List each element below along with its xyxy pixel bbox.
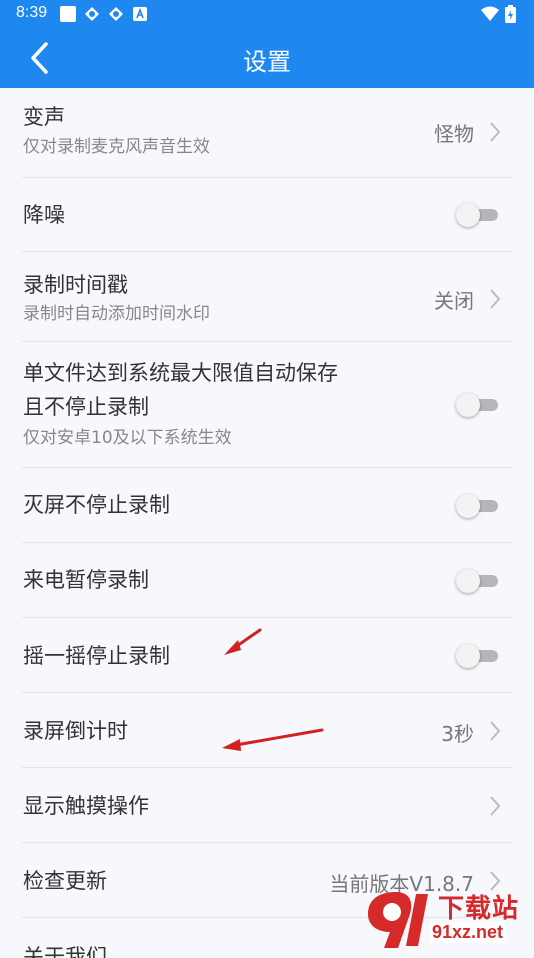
page-title: 设置 (243, 48, 291, 76)
system-status-icons (481, 5, 516, 23)
setting-title: 检查更新 (23, 869, 107, 893)
setting-subtitle: 仅对录制麦克风声音生效 (23, 137, 210, 157)
notification-app-icon (85, 7, 99, 21)
setting-title: 录屏倒计时 (23, 719, 128, 743)
setting-row-auto-save: 单文件达到系统最大限值自动保存 且不停止录制 仅对安卓10及以下系统生效 (22, 342, 512, 468)
battery-icon (505, 5, 516, 23)
settings-list: 变声 仅对录制麦克风声音生效 怪物 降噪 录制时间戳 录制时自动添加时间水印 关… (0, 88, 534, 958)
setting-row-voice-change[interactable]: 变声 仅对录制麦克风声音生效 怪物 (22, 88, 512, 178)
setting-title: 摇一摇停止录制 (23, 644, 170, 668)
noise-reduction-toggle[interactable] (456, 203, 500, 227)
status-time: 8:39 (16, 4, 48, 21)
setting-title: 关于我们 (23, 945, 107, 958)
setting-row-countdown[interactable]: 录屏倒计时 3秒 (22, 693, 512, 768)
setting-title: 显示触摸操作 (23, 794, 149, 818)
wifi-icon (481, 6, 499, 21)
screen-off-toggle[interactable] (456, 494, 500, 518)
watermark-logo-icon (368, 892, 428, 948)
setting-title: 灭屏不停止录制 (23, 493, 170, 517)
notification-square-icon (60, 6, 76, 22)
watermark-domain: 91xz.net (430, 922, 506, 943)
watermark-brand: 下载站 (438, 893, 520, 923)
setting-title-line2: 且不停止录制 (23, 395, 149, 419)
setting-title: 来电暂停录制 (23, 568, 149, 592)
site-watermark: 下载站 91xz.net (362, 888, 534, 950)
setting-row-show-touches[interactable]: 显示触摸操作 (22, 768, 512, 843)
chevron-right-icon (490, 289, 501, 309)
setting-row-noise-reduction: 降噪 (22, 178, 512, 252)
setting-subtitle: 仅对安卓10及以下系统生效 (23, 428, 232, 448)
notification-app-icon-2 (109, 7, 123, 21)
chevron-right-icon (490, 122, 501, 142)
call-pause-toggle[interactable] (456, 569, 500, 593)
shake-stop-toggle[interactable] (456, 644, 500, 668)
setting-row-timestamp[interactable]: 录制时间戳 录制时自动添加时间水印 关闭 (22, 252, 512, 342)
setting-value: 3秒 (441, 722, 474, 746)
setting-value: 怪物 (434, 122, 474, 146)
setting-row-shake-stop: 摇一摇停止录制 (22, 618, 512, 693)
app-bar: 设置 (0, 28, 534, 88)
notification-a-icon (133, 7, 147, 21)
chevron-right-icon (490, 721, 501, 741)
setting-title-line1: 单文件达到系统最大限值自动保存 (23, 361, 338, 385)
status-bar: 8:39 (0, 0, 534, 28)
setting-row-call-pause: 来电暂停录制 (22, 543, 512, 618)
chevron-right-icon (490, 796, 501, 816)
setting-subtitle: 录制时自动添加时间水印 (23, 304, 210, 324)
setting-row-screen-off: 灭屏不停止录制 (22, 468, 512, 543)
setting-title: 录制时间戳 (23, 273, 128, 297)
setting-title: 变声 (23, 105, 65, 129)
setting-title: 降噪 (23, 203, 65, 227)
notification-icons (60, 6, 148, 22)
setting-value: 关闭 (434, 289, 474, 313)
auto-save-toggle[interactable] (456, 393, 500, 417)
